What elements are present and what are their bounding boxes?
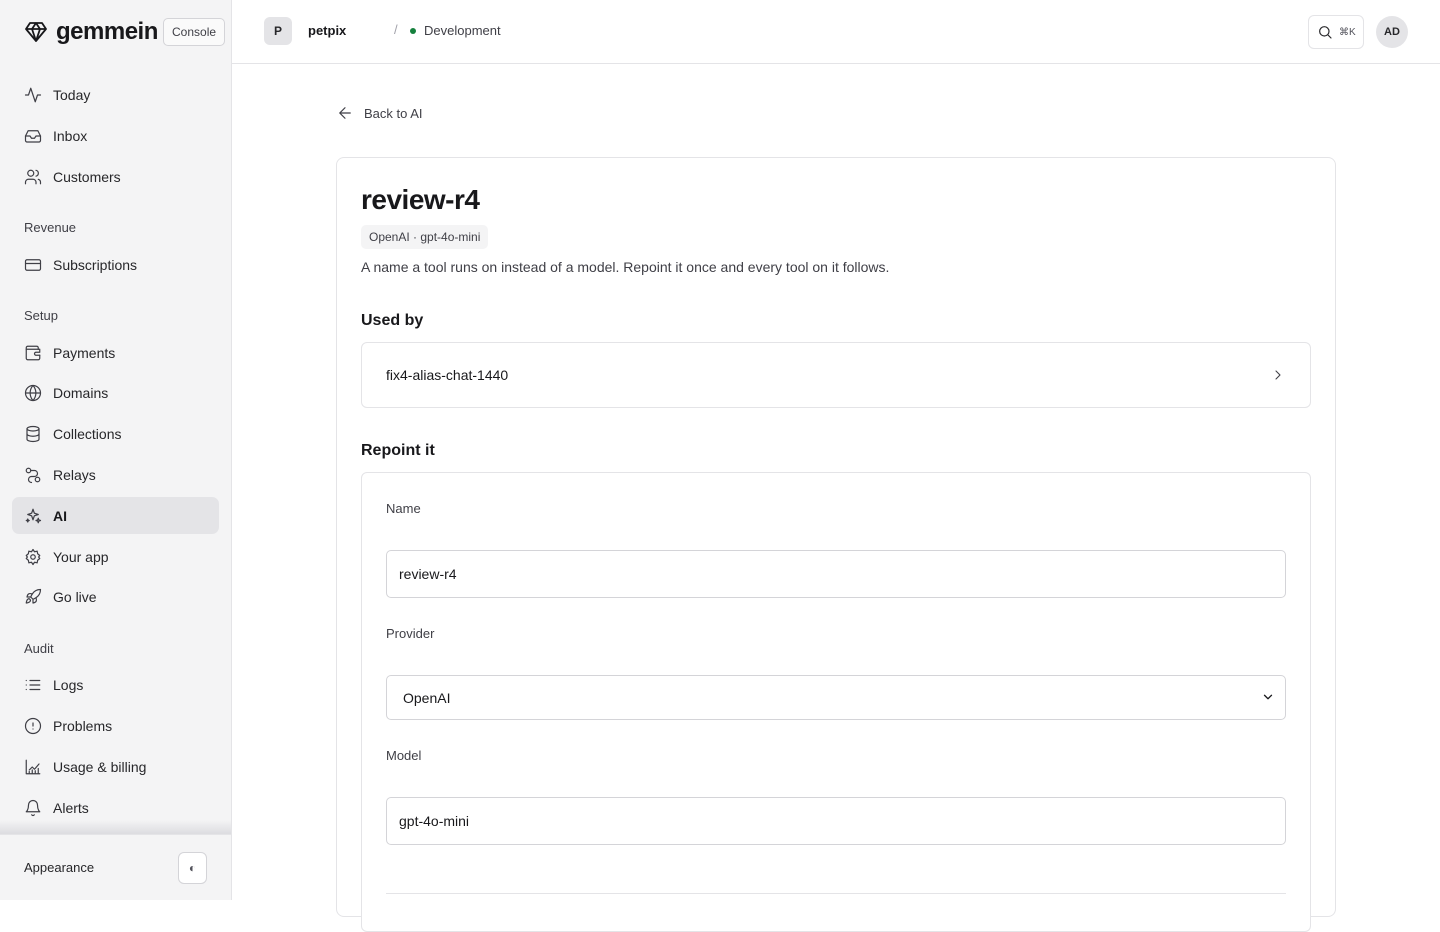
provider-select-value: OpenAI (403, 689, 451, 706)
sidebar-item-problems[interactable]: Problems (12, 707, 219, 744)
environment-label: Development (424, 23, 501, 38)
credit-card-icon (24, 258, 42, 271)
used-by-item-label: fix4-alias-chat-1440 (386, 367, 509, 383)
arrow-left-icon (339, 107, 351, 119)
sidebar-item-label: Logs (53, 676, 84, 693)
sidebar-item-payments[interactable]: Payments (12, 334, 219, 371)
console-badge: Console (163, 18, 226, 46)
sidebar-item-subscriptions[interactable]: Subscriptions (12, 246, 219, 283)
sidebar-item-logs[interactable]: Logs (12, 666, 219, 703)
sparkles-icon (25, 508, 42, 523)
theme-toggle-button[interactable]: ◐ (178, 852, 207, 884)
name-field-label: Name (386, 501, 421, 516)
sidebar-scroll-fade (0, 820, 231, 834)
alias-card: review-r4 OpenAI · gpt-4o-mini A name a … (336, 157, 1336, 932)
brand-logo[interactable]: gemmein (24, 18, 158, 46)
user-avatar[interactable]: AD (1376, 16, 1408, 48)
chart-icon (25, 759, 41, 774)
brand-name: gemmein (56, 18, 158, 45)
inbox-icon (24, 129, 42, 143)
globe-icon (24, 384, 42, 401)
sidebar-item-label: Your app (53, 548, 109, 565)
search-icon (1319, 26, 1332, 39)
model-field-label: Model (386, 748, 422, 763)
sidebar-section-setup: Setup (24, 308, 58, 323)
sidebar-item-label: Alerts (53, 799, 89, 816)
sidebar-section-audit: Audit (24, 641, 54, 656)
sidebar-item-label: Relays (53, 466, 96, 483)
sidebar-item-label: Customers (53, 168, 121, 185)
used-by-heading: Used by (361, 312, 424, 329)
sidebar: gemmein Console Today Inbox Customers Re… (0, 0, 232, 900)
sidebar-item-label: Subscriptions (53, 256, 138, 273)
gear-icon (25, 548, 41, 565)
appearance-bar: Appearance ◐ (0, 834, 231, 900)
breadcrumb-separator: / (394, 22, 398, 37)
sidebar-item-customers[interactable]: Customers (12, 158, 219, 195)
project-avatar[interactable]: P (264, 17, 292, 45)
provider-field-label: Provider (386, 626, 435, 641)
model-input[interactable] (386, 797, 1286, 845)
sidebar-item-label: Domains (53, 384, 109, 401)
sidebar-item-label: Today (53, 86, 91, 103)
sidebar-item-label: Problems (53, 717, 113, 734)
sidebar-item-label: Payments (53, 344, 116, 361)
chevron-down-icon (1261, 690, 1275, 704)
sidebar-item-label: AI (53, 507, 67, 524)
page-description: A name a tool runs on instead of a model… (361, 259, 890, 275)
bell-icon (25, 799, 41, 816)
search-shortcut: ⌘K (1339, 26, 1356, 38)
sidebar-item-inbox[interactable]: Inbox (12, 117, 219, 154)
rocket-icon (25, 588, 42, 604)
back-link-label: Back to AI (364, 105, 423, 121)
sidebar-item-relays[interactable]: Relays (12, 456, 219, 493)
sidebar-item-label: Usage & billing (53, 758, 147, 775)
gem-logo-icon (25, 22, 47, 42)
provider-select[interactable]: OpenAI (386, 675, 1286, 720)
back-link[interactable]: Back to AI (336, 104, 423, 122)
used-by-item[interactable]: fix4-alias-chat-1440 (361, 342, 1311, 408)
sidebar-item-domains[interactable]: Domains (12, 374, 219, 411)
repoint-heading: Repoint it (361, 442, 435, 459)
contrast-icon: ◐ (188, 861, 197, 875)
form-divider (386, 893, 1286, 894)
users-icon (24, 169, 42, 184)
model-badge: OpenAI · gpt-4o-mini (361, 225, 489, 249)
wallet-icon (25, 345, 41, 360)
sidebar-item-your-app[interactable]: Your app (12, 538, 219, 575)
sidebar-item-go-live[interactable]: Go live (12, 578, 219, 615)
chevron-right-icon (1275, 370, 1281, 380)
sidebar-item-today[interactable]: Today (12, 76, 219, 113)
search-button[interactable]: ⌘K (1308, 15, 1364, 49)
project-switcher[interactable]: petpix (308, 23, 346, 38)
environment-switcher[interactable]: Development (410, 23, 501, 38)
sidebar-section-revenue: Revenue (24, 220, 77, 235)
sidebar-item-label: Inbox (53, 127, 88, 144)
topbar: P petpix / Development ⌘K AD (232, 0, 1440, 64)
list-icon (25, 679, 41, 690)
sidebar-item-usage-billing[interactable]: Usage & billing (12, 748, 219, 785)
name-input[interactable] (386, 550, 1286, 598)
relay-icon (25, 467, 41, 483)
sidebar-item-collections[interactable]: Collections (12, 415, 219, 452)
repoint-form: Name Provider OpenAI Model (361, 472, 1311, 932)
sidebar-item-label: Go live (53, 588, 97, 605)
database-icon (26, 425, 40, 442)
environment-status-dot (410, 27, 416, 34)
sidebar-item-label: Collections (53, 425, 122, 442)
page-title: review-r4 (361, 184, 480, 215)
alert-circle-icon (24, 717, 42, 734)
sidebar-item-ai[interactable]: AI (12, 497, 219, 534)
activity-icon (24, 87, 42, 102)
appearance-label: Appearance (24, 860, 95, 875)
